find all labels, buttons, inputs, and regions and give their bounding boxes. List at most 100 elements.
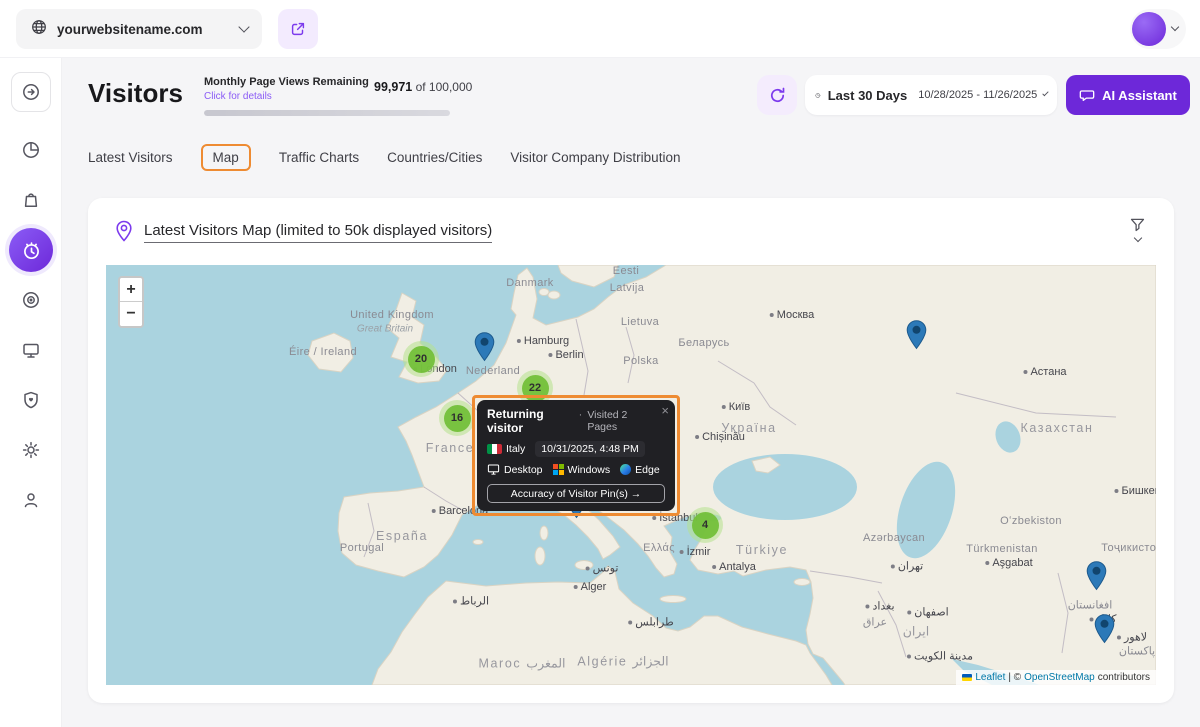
attribution-sep: | © (1008, 672, 1021, 683)
cluster-marker[interactable]: 16 (439, 400, 475, 436)
visitor-pin-marker[interactable] (1086, 561, 1107, 596)
map-card: Latest Visitors Map (limited to 50k disp… (88, 198, 1174, 703)
app-window: yourwebsitename.com (0, 0, 1200, 727)
sidebar-collapse-button[interactable] (11, 72, 51, 112)
ai-assistant-label: AI Assistant (1102, 88, 1177, 103)
visited-pages: Visited 2 Pages (587, 409, 653, 433)
leaflet-link[interactable]: Leaflet (975, 672, 1005, 683)
chevron-down-icon (238, 21, 249, 32)
open-website-button[interactable] (278, 9, 318, 49)
clock-icon (815, 87, 821, 104)
sidebar-item-orders[interactable] (11, 180, 51, 220)
shopping-bag-icon (21, 190, 41, 210)
popup-header: Returning visitor · Visited 2 Pages (487, 407, 665, 435)
date-range-value: 10/28/2025 - 11/26/2025 (918, 89, 1037, 101)
popup-annotation-highlight: × Returning visitor · Visited 2 Pages It… (472, 395, 680, 516)
monitor-icon (21, 340, 41, 360)
os-item: Windows (553, 464, 611, 476)
cluster-count: 20 (408, 346, 435, 373)
visitor-popup: × Returning visitor · Visited 2 Pages It… (477, 400, 675, 511)
chevron-down-icon (1043, 90, 1049, 96)
pie-chart-icon (21, 140, 41, 160)
tab-traffic-charts[interactable]: Traffic Charts (279, 145, 359, 170)
quota-progress-fill (204, 110, 450, 116)
quota-details-link[interactable]: Click for details (204, 91, 272, 102)
map-canvas[interactable]: + − Leaflet | © OpenStreetMap contributo… (106, 265, 1156, 685)
globe-icon (30, 18, 48, 41)
accuracy-button[interactable]: Accuracy of Visitor Pin(s) → (487, 484, 665, 503)
tab-bar: Latest Visitors Map Traffic Charts Count… (88, 144, 680, 171)
popup-close-button[interactable]: × (661, 403, 669, 418)
website-name: yourwebsitename.com (57, 22, 203, 37)
shield-heart-icon (21, 390, 41, 410)
visitor-pin-marker[interactable] (906, 320, 927, 355)
cluster-marker[interactable]: 4 (687, 507, 723, 543)
map-card-header: Latest Visitors Map (limited to 50k disp… (88, 198, 1174, 265)
map-pin-icon (114, 220, 134, 247)
ai-assistant-button[interactable]: AI Assistant (1066, 75, 1190, 115)
collapse-sidebar-icon (21, 82, 41, 102)
chevron-down-icon (1133, 234, 1141, 242)
map-filter-button[interactable] (1129, 216, 1146, 241)
visitor-type: Returning visitor (487, 407, 574, 435)
ukraine-flag-icon (962, 674, 972, 681)
visitor-os: Windows (568, 464, 611, 476)
visitor-country: Italy (506, 443, 525, 455)
sidebar-item-live-view[interactable] (11, 330, 51, 370)
popup-device-row: Desktop Windows Edge (487, 463, 665, 476)
topbar: yourwebsitename.com (0, 0, 1200, 58)
quota-used: 99,971 (374, 80, 412, 94)
sidebar-item-segments[interactable] (11, 280, 51, 320)
zoom-out-button[interactable]: − (120, 302, 142, 326)
range-label: Last 30 Days (828, 88, 908, 103)
quota-progress-bar (204, 110, 450, 116)
quota-numbers: 99,971 of 100,000 (374, 80, 472, 94)
visitor-device: Desktop (504, 464, 543, 476)
browser-item: Edge (620, 464, 660, 476)
refresh-button[interactable] (757, 75, 797, 115)
sidebar-item-settings[interactable] (11, 430, 51, 470)
website-selector[interactable]: yourwebsitename.com (16, 9, 262, 49)
cluster-marker[interactable]: 20 (403, 341, 439, 377)
popup-location-row: Italy 10/31/2025, 4:48 PM (487, 441, 665, 457)
cluster-count: 16 (444, 405, 471, 432)
tab-visitor-company-distribution[interactable]: Visitor Company Distribution (510, 145, 680, 170)
openstreetmap-link[interactable]: OpenStreetMap (1024, 672, 1095, 683)
visitor-pin-marker[interactable] (474, 332, 495, 367)
zoom-in-button[interactable]: + (120, 278, 142, 302)
windows-icon (553, 464, 564, 475)
avatar (1132, 12, 1166, 46)
quota-label: Monthly Page Views Remaining (204, 76, 369, 88)
map-attribution: Leaflet | © OpenStreetMap contributors (956, 670, 1156, 685)
tab-countries-cities[interactable]: Countries/Cities (387, 145, 482, 170)
separator: · (579, 409, 583, 421)
italy-flag-icon (487, 444, 502, 454)
visitor-browser: Edge (635, 464, 660, 476)
quota-total: of 100,000 (416, 80, 473, 94)
country-item: Italy (487, 443, 525, 455)
sidebar-item-dashboard[interactable] (11, 130, 51, 170)
tab-map[interactable]: Map (201, 144, 251, 171)
refresh-icon (768, 86, 787, 105)
target-icon (21, 290, 41, 310)
device-item: Desktop (487, 463, 543, 476)
sidebar (0, 58, 62, 727)
cluster-count: 4 (692, 512, 719, 539)
visitor-pin-marker[interactable] (1094, 614, 1115, 649)
page-title: Visitors (88, 78, 183, 109)
main-content: Visitors Monthly Page Views Remaining Cl… (62, 58, 1200, 727)
chat-icon (1079, 87, 1095, 103)
sidebar-item-security[interactable] (11, 380, 51, 420)
edge-icon (620, 464, 631, 475)
user-icon (21, 490, 41, 510)
visit-datetime: 10/31/2025, 4:48 PM (535, 441, 645, 457)
sidebar-item-visitors[interactable] (9, 228, 53, 272)
sidebar-item-profile[interactable] (11, 480, 51, 520)
account-menu[interactable] (1130, 9, 1186, 49)
date-range-picker[interactable]: Last 30 Days 10/28/2025 - 11/26/2025 (805, 75, 1057, 115)
funnel-icon (1129, 216, 1146, 233)
tab-latest-visitors[interactable]: Latest Visitors (88, 145, 173, 170)
zoom-control: + − (118, 276, 144, 328)
chevron-down-icon (1171, 23, 1179, 31)
desktop-icon (487, 463, 500, 476)
